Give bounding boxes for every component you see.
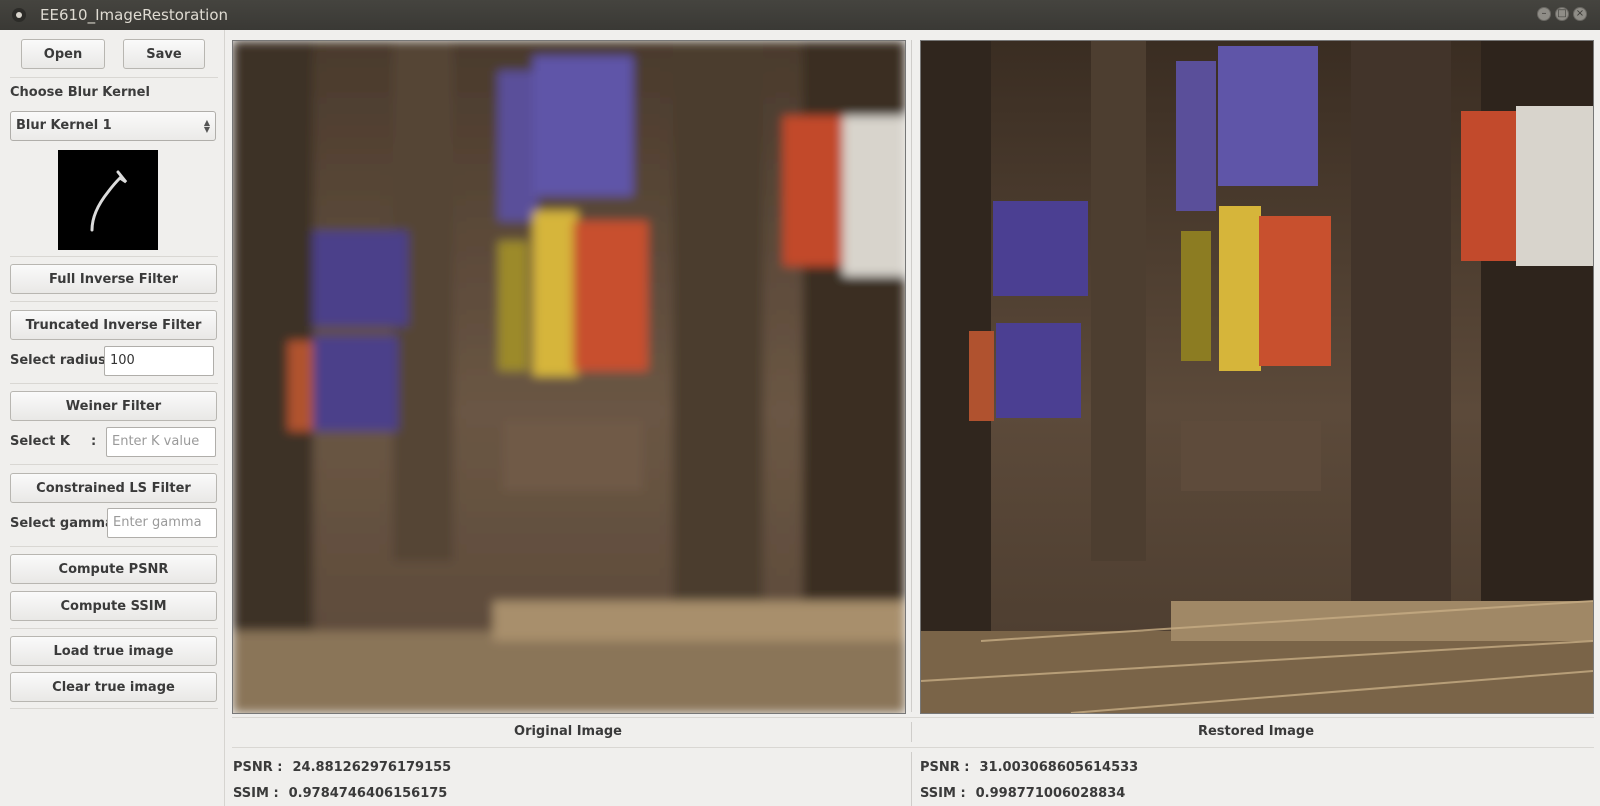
- chevron-updown-icon: ▲ ▼: [203, 118, 210, 134]
- blur-kernel-preview: [58, 150, 158, 250]
- original-psnr: PSNR : 24.881262976179155: [233, 760, 451, 775]
- save-button[interactable]: Save: [123, 39, 205, 69]
- ssim-label: SSIM :: [233, 786, 279, 801]
- metrics-divider: [911, 752, 912, 806]
- divider: [10, 628, 218, 629]
- main-area: Open Save Choose Blur Kernel Blur Kernel…: [0, 30, 1600, 806]
- maximize-icon[interactable]: □: [1555, 7, 1569, 21]
- constrained-ls-filter-button[interactable]: Constrained LS Filter: [10, 473, 217, 503]
- divider: [10, 77, 218, 78]
- psnr-value: 24.881262976179155: [292, 760, 452, 775]
- divider: [232, 717, 1594, 718]
- open-button[interactable]: Open: [21, 39, 105, 69]
- original-image-caption: Original Image: [514, 724, 622, 739]
- blur-kernel-label: Choose Blur Kernel: [10, 85, 150, 100]
- restored-image: [920, 40, 1594, 714]
- ssim-label: SSIM :: [920, 786, 966, 801]
- restored-ssim: SSIM : 0.998771006028834: [920, 786, 1125, 801]
- divider: [10, 301, 218, 302]
- radius-input[interactable]: 100: [104, 346, 214, 376]
- divider: [10, 464, 218, 465]
- close-icon[interactable]: ×: [1573, 7, 1587, 21]
- blur-kernel-selected: Blur Kernel 1: [16, 118, 112, 133]
- restored-image-caption: Restored Image: [1197, 724, 1315, 739]
- blur-kernel-select[interactable]: Blur Kernel 1 ▲ ▼: [10, 111, 216, 141]
- k-input[interactable]: Enter K value: [106, 427, 216, 457]
- divider: [232, 747, 1594, 748]
- original-ssim: SSIM : 0.9784746406156175: [233, 786, 447, 801]
- original-image-render: [233, 41, 905, 713]
- k-label: Select K: [10, 434, 70, 449]
- ssim-value: 0.9784746406156175: [288, 786, 448, 801]
- app-icon: [12, 8, 26, 22]
- k-colon: :: [91, 434, 97, 449]
- psnr-value: 31.003068605614533: [979, 760, 1139, 775]
- restored-image-render: [921, 41, 1593, 713]
- divider: [10, 708, 218, 709]
- gamma-input[interactable]: Enter gamma: [107, 508, 217, 538]
- compute-psnr-button[interactable]: Compute PSNR: [10, 554, 217, 584]
- divider: [10, 546, 218, 547]
- weiner-filter-button[interactable]: Weiner Filter: [10, 391, 217, 421]
- original-image: [232, 40, 906, 714]
- kernel-stroke-icon: [90, 170, 128, 232]
- ssim-value: 0.998771006028834: [975, 786, 1126, 801]
- caption-divider: [911, 722, 912, 742]
- load-true-image-button[interactable]: Load true image: [10, 636, 217, 666]
- compute-ssim-button[interactable]: Compute SSIM: [10, 591, 217, 621]
- psnr-label: PSNR :: [233, 760, 283, 775]
- panel-divider: [911, 40, 912, 712]
- radius-label: Select radius :: [10, 353, 116, 368]
- truncated-inverse-filter-button[interactable]: Truncated Inverse Filter: [10, 310, 217, 340]
- psnr-label: PSNR :: [920, 760, 970, 775]
- minimize-icon[interactable]: –: [1537, 7, 1551, 21]
- full-inverse-filter-button[interactable]: Full Inverse Filter: [10, 264, 217, 294]
- control-sidebar: Open Save Choose Blur Kernel Blur Kernel…: [0, 30, 225, 806]
- restored-psnr: PSNR : 31.003068605614533: [920, 760, 1138, 775]
- window-title: EE610_ImageRestoration: [40, 6, 229, 24]
- gamma-label: Select gamma:: [10, 516, 120, 531]
- divider: [10, 256, 218, 257]
- clear-true-image-button[interactable]: Clear true image: [10, 672, 217, 702]
- divider: [10, 383, 218, 384]
- title-bar: EE610_ImageRestoration – □ ×: [0, 0, 1600, 30]
